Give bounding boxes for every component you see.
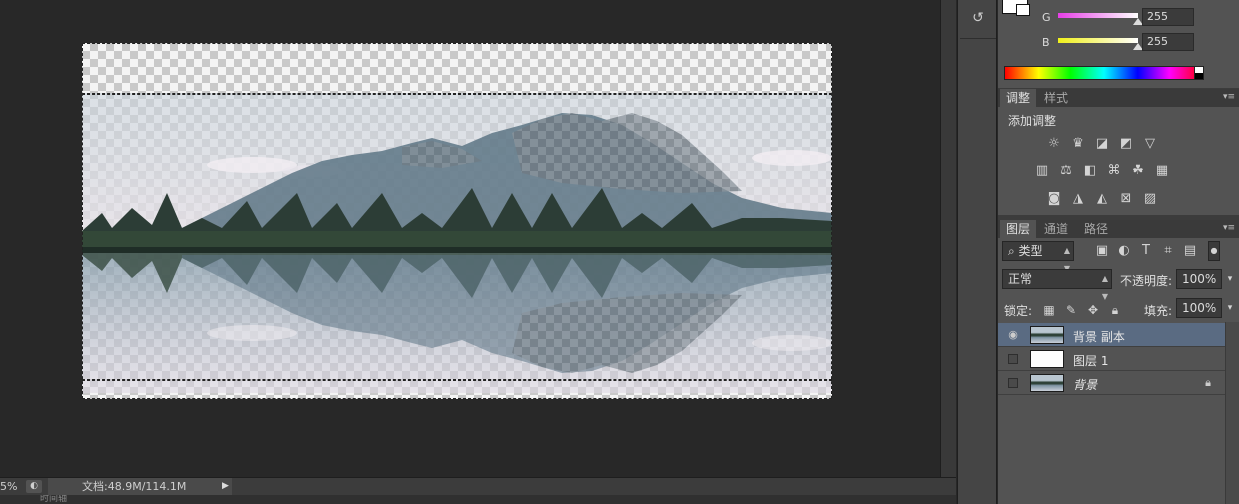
blend-mode-select[interactable]: 正常 ▲ ▼: [1002, 269, 1112, 301]
adjustments-panel: 调整 样式 ▾≡ 添加调整 ☼ ♛ ◪ ◩ ▽ ▥ ⚖ ◧ ⌘ ☘ ▦ ◙ ◮ ◭ ⊠ ▨: [998, 89, 1239, 215]
canvas-area[interactable]: [0, 0, 940, 477]
tab-styles[interactable]: 样式: [1038, 89, 1074, 107]
filter-pixel-icon[interactable]: ▣: [1094, 243, 1110, 259]
add-adjustment-title: 添加调整: [1008, 114, 1057, 128]
lock-transparent-icon[interactable]: ▦: [1042, 303, 1056, 317]
lock-position-move-icon[interactable]: ✥: [1086, 303, 1100, 317]
status-menu-arrow-icon[interactable]: ▶: [222, 481, 232, 492]
layer-row[interactable]: 图层 1: [998, 347, 1225, 371]
blend-mode-value: 正常: [1008, 272, 1033, 286]
filter-kind-value: 类型: [1018, 244, 1043, 258]
filter-adjustment-icon[interactable]: ◐: [1116, 243, 1132, 259]
channel-label-b: B: [1042, 36, 1050, 49]
lock-label: 锁定:: [1004, 304, 1033, 318]
filter-search-icon: ⌕: [1008, 244, 1019, 258]
fill-value: 100%: [1182, 301, 1217, 315]
channel-slider-b[interactable]: [1058, 38, 1138, 43]
zoom-level[interactable]: 5%: [0, 480, 22, 493]
posterize-icon[interactable]: ◮: [1070, 192, 1086, 206]
status-bar: 5% ◐ 文档:48.9M/114.1M ▶: [0, 477, 956, 495]
exposure-icon[interactable]: ◩: [1118, 137, 1134, 151]
tab-adjustments[interactable]: 调整: [1000, 89, 1037, 107]
fill-dropdown-icon[interactable]: ▾: [1222, 300, 1238, 316]
black-white-swatch[interactable]: [1194, 66, 1204, 80]
filter-toggle-icon[interactable]: ●: [1208, 241, 1220, 261]
layer-name[interactable]: 背景: [1073, 376, 1097, 393]
background-color-swatch[interactable]: [1016, 4, 1030, 16]
channel-value-input-g[interactable]: 255: [1142, 8, 1194, 26]
opacity-value: 100%: [1182, 272, 1217, 286]
channel-slider-g[interactable]: [1058, 13, 1138, 18]
layers-panel-menu-icon[interactable]: ▾≡: [1223, 223, 1235, 233]
tab-channels[interactable]: 通道: [1038, 220, 1074, 238]
color-panel: G 255 B 255: [998, 0, 1239, 88]
timeline-tab-strip[interactable]: 时间轴: [0, 495, 956, 504]
document-canvas[interactable]: [82, 43, 832, 399]
curves-icon[interactable]: ◪: [1094, 137, 1110, 151]
select-arrows-icon: ▲▼: [1101, 274, 1108, 301]
selective-color-icon[interactable]: ⊠: [1118, 192, 1134, 206]
color-spectrum-bar[interactable]: [1004, 66, 1204, 80]
layer-name[interactable]: 背景 副本: [1073, 328, 1125, 345]
visibility-toggle[interactable]: [1008, 354, 1018, 364]
black-white-icon[interactable]: ◧: [1082, 164, 1098, 178]
layer-thumbnail: [1030, 374, 1064, 392]
collapsed-panel-dock: ↺: [957, 0, 997, 504]
right-panel-column: G 255 B 255 调整 样式 ▾≡ 添加调整 ☼ ♛ ◪ ◩ ▽ ▥ ⚖ ◧ ⌘ ☘ ▦ ◙ ◮ ◭ ⊠ ▨ …: [998, 0, 1239, 504]
fill-label: 填充:: [1144, 304, 1173, 318]
channel-label-g: G: [1042, 11, 1051, 24]
history-icon[interactable]: ↺: [968, 10, 988, 30]
balance-icon[interactable]: ⚖: [1058, 164, 1074, 178]
status-info-icon[interactable]: ◐: [26, 480, 42, 493]
brightness-contrast-icon[interactable]: ☼: [1046, 137, 1062, 151]
photoshop-window: 5% ◐ 文档:48.9M/114.1M ▶ 时间轴 ↺ G 255 B 255 调整…: [0, 0, 1239, 504]
invert-icon[interactable]: ◙: [1046, 192, 1062, 206]
gradient-triangle-icon[interactable]: ▽: [1142, 137, 1158, 151]
opacity-label: 不透明度:: [1120, 274, 1173, 288]
layer-thumbnail: [1030, 350, 1064, 368]
gradient-map-icon[interactable]: ▨: [1142, 192, 1158, 206]
layer-thumbnail: [1030, 326, 1064, 344]
document-size-info: 文档:48.9M/114.1M: [48, 478, 232, 495]
dock-separator: [960, 38, 996, 39]
tab-paths[interactable]: 路径: [1078, 220, 1114, 238]
lock-all-icon[interactable]: 🔒︎: [1108, 303, 1122, 317]
layer-row[interactable]: ◉ 背景 副本: [998, 323, 1225, 347]
levels-icon[interactable]: ♛: [1070, 137, 1086, 151]
filter-type-icon[interactable]: T: [1138, 243, 1154, 259]
layers-tabs: 图层 通道 路径 ▾≡: [998, 220, 1239, 238]
photo-filter-icon[interactable]: ⌘: [1106, 164, 1122, 178]
panel-menu-icon[interactable]: ▾≡: [1223, 92, 1235, 102]
threshold-icon[interactable]: ◭: [1094, 192, 1110, 206]
layer-filter-kind-select[interactable]: ⌕ 类型 ▲▼: [1002, 241, 1074, 273]
layer-row[interactable]: 背景 🔒︎: [998, 371, 1225, 395]
layers-panel: 图层 通道 路径 ▾≡ ⌕ 类型 ▲▼ ▣ ◐ T ⌗ ▤ ● 正常 ▲▼ 不透…: [998, 220, 1239, 504]
adjustments-tabs: 调整 样式 ▾≡: [998, 89, 1239, 107]
visibility-toggle[interactable]: [1008, 378, 1018, 388]
timeline-tab[interactable]: 时间轴: [40, 495, 67, 504]
channel-value-input-b[interactable]: 255: [1142, 33, 1194, 51]
opacity-dropdown-icon[interactable]: ▾: [1222, 271, 1238, 287]
layer-name[interactable]: 图层 1: [1073, 352, 1108, 369]
vibrance-icon[interactable]: ▥: [1034, 164, 1050, 178]
layer-lock-icon: 🔒︎: [1205, 376, 1211, 389]
fill-input[interactable]: 100%: [1176, 298, 1222, 318]
lock-image-brush-icon[interactable]: ✎: [1064, 303, 1078, 317]
channel-mixer-icon[interactable]: ☘: [1130, 164, 1146, 178]
tab-layers[interactable]: 图层: [1000, 220, 1037, 238]
filter-shape-icon[interactable]: ⌗: [1160, 243, 1176, 259]
canvas-vertical-scrollbar[interactable]: [940, 0, 956, 477]
landscape-image: [82, 93, 832, 393]
color-lookup-icon[interactable]: ▦: [1154, 164, 1170, 178]
opacity-input[interactable]: 100%: [1176, 269, 1222, 289]
visibility-eye-icon[interactable]: ◉: [1006, 328, 1020, 342]
filter-smart-object-icon[interactable]: ▤: [1182, 243, 1198, 259]
layers-scrollbar[interactable]: [1225, 322, 1239, 504]
